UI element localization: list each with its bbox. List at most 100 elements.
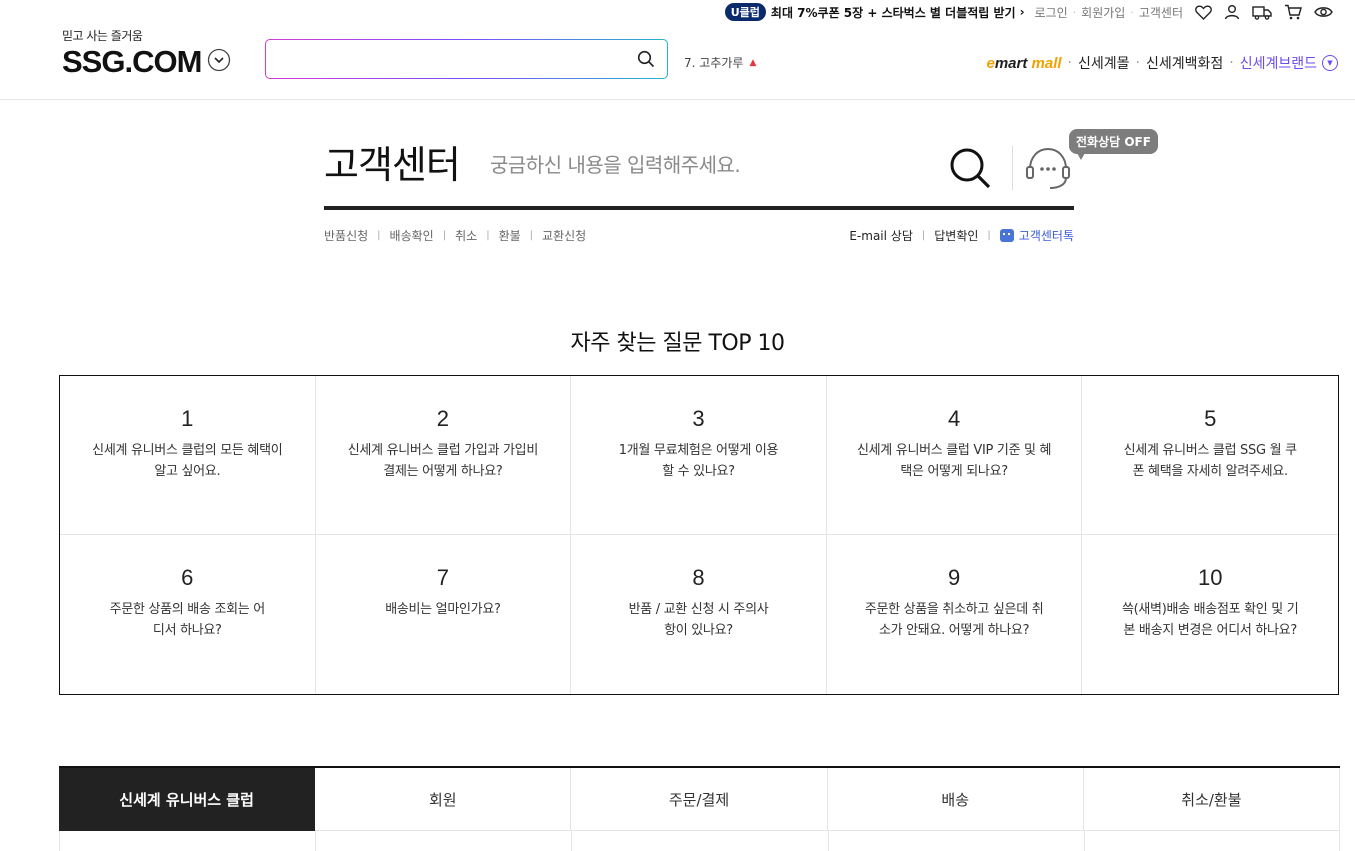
column-divider bbox=[315, 831, 571, 851]
quick-link-cancel[interactable]: 취소 bbox=[455, 227, 477, 244]
top-icon-group bbox=[1195, 4, 1333, 20]
uclub-promo-link[interactable]: U클럽 최대 7%쿠폰 5장 + 스타벅스 별 더블적립 받기 › bbox=[724, 3, 1025, 21]
emart-logo-e: e bbox=[986, 54, 995, 72]
logo-text: SSG.COM bbox=[62, 44, 202, 79]
separator: | bbox=[486, 230, 490, 241]
faq-question: 반품 / 교환 신청 시 주의사항이 있나요? bbox=[628, 602, 769, 638]
cs-search-input[interactable]: 궁금하신 내용을 입력해주세요. bbox=[490, 149, 741, 178]
tab-order-payment[interactable]: 주문/결제 bbox=[571, 768, 828, 831]
trending-keyword[interactable]: 7. 고추가루 ▲ bbox=[684, 54, 756, 71]
separator: | bbox=[377, 230, 381, 241]
faq-question: 1개월 무료체험은 어떻게 이용할 수 있나요? bbox=[618, 443, 779, 479]
chatbot-link[interactable]: 고객센터톡 bbox=[999, 227, 1074, 244]
divider bbox=[1012, 146, 1013, 190]
chatbot-icon bbox=[999, 229, 1014, 242]
faq-list-columns bbox=[59, 831, 1340, 851]
faq-question: 주문한 상품의 배송 조회는 어디서 하나요? bbox=[109, 602, 266, 638]
faq-item[interactable]: 1 신세계 유니버스 클럽의 모든 혜택이 알고 싶어요. bbox=[60, 376, 316, 535]
uclub-promo-text: 최대 7%쿠폰 5장 + 스타벅스 별 더블적립 받기 bbox=[770, 5, 1016, 20]
column-divider bbox=[827, 831, 1084, 851]
clock-icon[interactable] bbox=[207, 48, 231, 76]
email-inquiry-link[interactable]: E-mail 상담 bbox=[849, 227, 913, 244]
faq-question: 신세계 유니버스 클럽 가입과 가입비 결제는 어떻게 하나요? bbox=[347, 443, 539, 479]
trending-keyword-label: 7. 고추가루 bbox=[684, 56, 744, 70]
faq-question: 주문한 상품을 취소하고 싶은데 취소가 안돼요. 어떻게 하나요? bbox=[864, 602, 1044, 638]
faq-rank: 7 bbox=[436, 565, 450, 590]
tab-delivery[interactable]: 배송 bbox=[827, 768, 1084, 831]
faq-question: 신세계 유니버스 클럽의 모든 혜택이 알고 싶어요. bbox=[92, 443, 283, 479]
faq-item[interactable]: 9 주문한 상품을 취소하고 싶은데 취소가 안돼요. 어떻게 하나요? bbox=[827, 535, 1083, 694]
faq-question: 쓱(새벽)배송 배송점포 확인 및 기본 배송지 변경은 어디서 하나요? bbox=[1121, 602, 1299, 638]
header-divider bbox=[0, 99, 1355, 100]
shinsegae-mall-link[interactable]: 신세계몰 bbox=[1078, 53, 1130, 73]
faq-item[interactable]: 6 주문한 상품의 배송 조회는 어디서 하나요? bbox=[60, 535, 316, 694]
rank-up-icon: ▲ bbox=[749, 57, 757, 68]
signup-link[interactable]: 회원가입 bbox=[1081, 4, 1125, 21]
faq-item[interactable]: 4 신세계 유니버스 클럽 VIP 기준 및 혜택은 어떻게 되나요? bbox=[826, 376, 1083, 535]
separator-dot: · bbox=[1135, 55, 1140, 71]
headset-icon[interactable] bbox=[1024, 145, 1072, 195]
user-icon[interactable] bbox=[1224, 4, 1240, 20]
mall-links: emart mall · 신세계몰 · 신세계백화점 · 신세계브랜드 ▼ bbox=[987, 53, 1338, 73]
site-logo[interactable]: 믿고 사는 즐거움 SSG.COM bbox=[62, 27, 231, 80]
search-icon[interactable] bbox=[637, 50, 655, 72]
faq-rank: 8 bbox=[692, 565, 705, 590]
quick-links-left: 반품신청 | 배송확인 | 취소 | 환불 | 교환신청 bbox=[324, 227, 586, 244]
top-utility-bar: U클럽 최대 7%쿠폰 5장 + 스타벅스 별 더블적립 받기 › 로그인 · … bbox=[724, 0, 1355, 24]
emart-logo-mart: mart bbox=[994, 54, 1028, 72]
tab-cancel-refund[interactable]: 취소/환불 bbox=[1083, 768, 1340, 831]
heart-icon[interactable] bbox=[1195, 5, 1212, 20]
faq-section-title: 자주 찾는 질문 TOP 10 bbox=[570, 331, 785, 356]
emart-logo-mall: mall bbox=[1031, 54, 1062, 72]
column-divider bbox=[59, 831, 315, 851]
separator: | bbox=[529, 230, 534, 241]
customer-center-link[interactable]: 고객센터 bbox=[1139, 4, 1183, 21]
phone-status-badge: 전화상담 OFF bbox=[1069, 129, 1158, 160]
quick-link-delivery[interactable]: 배송확인 bbox=[390, 227, 434, 244]
search-icon[interactable] bbox=[948, 146, 992, 194]
faq-item[interactable]: 3 1개월 무료체험은 어떻게 이용할 수 있나요? bbox=[571, 376, 827, 535]
emart-mall-link[interactable]: emart mall bbox=[987, 55, 1062, 72]
quick-link-return[interactable]: 반품신청 bbox=[324, 227, 368, 244]
separator-dot: · bbox=[1130, 5, 1134, 19]
faq-rank: 2 bbox=[436, 406, 450, 431]
logo-tagline: 믿고 사는 즐거움 bbox=[62, 29, 143, 43]
faq-item[interactable]: 7 배송비는 얼마인가요? bbox=[316, 535, 572, 694]
answer-check-link[interactable]: 답변확인 bbox=[934, 227, 978, 244]
faq-rank: 10 bbox=[1197, 565, 1223, 590]
separator-dot: · bbox=[1229, 55, 1234, 71]
faq-question: 배송비는 얼마인가요? bbox=[385, 602, 501, 617]
separator: | bbox=[987, 230, 991, 241]
tab-universe-club[interactable]: 신세계 유니버스 클럽 bbox=[59, 768, 316, 831]
faq-item[interactable]: 5 신세계 유니버스 클럽 SSG 월 쿠폰 혜택을 자세히 알려주세요. bbox=[1082, 376, 1338, 535]
quick-links-right: E-mail 상담 | 답변확인 | 고객센터톡 bbox=[849, 227, 1074, 244]
faq-rank: 5 bbox=[1204, 406, 1217, 431]
separator-dot: · bbox=[1067, 55, 1072, 71]
separator: | bbox=[442, 230, 447, 241]
uclub-badge: U클럽 bbox=[724, 3, 766, 21]
cart-icon[interactable] bbox=[1284, 4, 1302, 20]
faq-rank: 4 bbox=[947, 406, 961, 431]
login-link[interactable]: 로그인 bbox=[1035, 4, 1068, 21]
faq-item[interactable]: 8 반품 / 교환 신청 시 주의사항이 있나요? bbox=[571, 535, 827, 694]
page-title: 고객센터 bbox=[324, 143, 461, 187]
separator: | bbox=[921, 230, 926, 241]
faq-question: 신세계 유니버스 클럽 SSG 월 쿠폰 혜택을 자세히 알려주세요. bbox=[1123, 443, 1297, 479]
eye-icon[interactable] bbox=[1314, 5, 1333, 19]
faq-item[interactable]: 10 쓱(새벽)배송 배송점포 확인 및 기본 배송지 변경은 어디서 하나요? bbox=[1082, 535, 1338, 694]
faq-item[interactable]: 2 신세계 유니버스 클럽 가입과 가입비 결제는 어떻게 하나요? bbox=[315, 376, 572, 535]
shinsegae-dept-link[interactable]: 신세계백화점 bbox=[1146, 53, 1223, 73]
shinsegae-brand-link[interactable]: 신세계브랜드 bbox=[1240, 53, 1317, 73]
delivery-truck-icon[interactable] bbox=[1252, 5, 1272, 20]
chevron-down-icon[interactable]: ▼ bbox=[1322, 55, 1338, 71]
tab-member[interactable]: 회원 bbox=[315, 768, 572, 831]
quick-link-refund[interactable]: 환불 bbox=[499, 227, 521, 244]
separator-dot: · bbox=[1072, 5, 1077, 19]
faq-rank: 9 bbox=[947, 565, 961, 590]
cs-search-underline bbox=[324, 206, 1074, 210]
search-input[interactable] bbox=[266, 40, 626, 78]
column-divider bbox=[571, 831, 827, 851]
quick-link-exchange[interactable]: 교환신청 bbox=[542, 227, 586, 244]
column-divider bbox=[1083, 831, 1340, 851]
faq-rank: 3 bbox=[692, 406, 705, 431]
